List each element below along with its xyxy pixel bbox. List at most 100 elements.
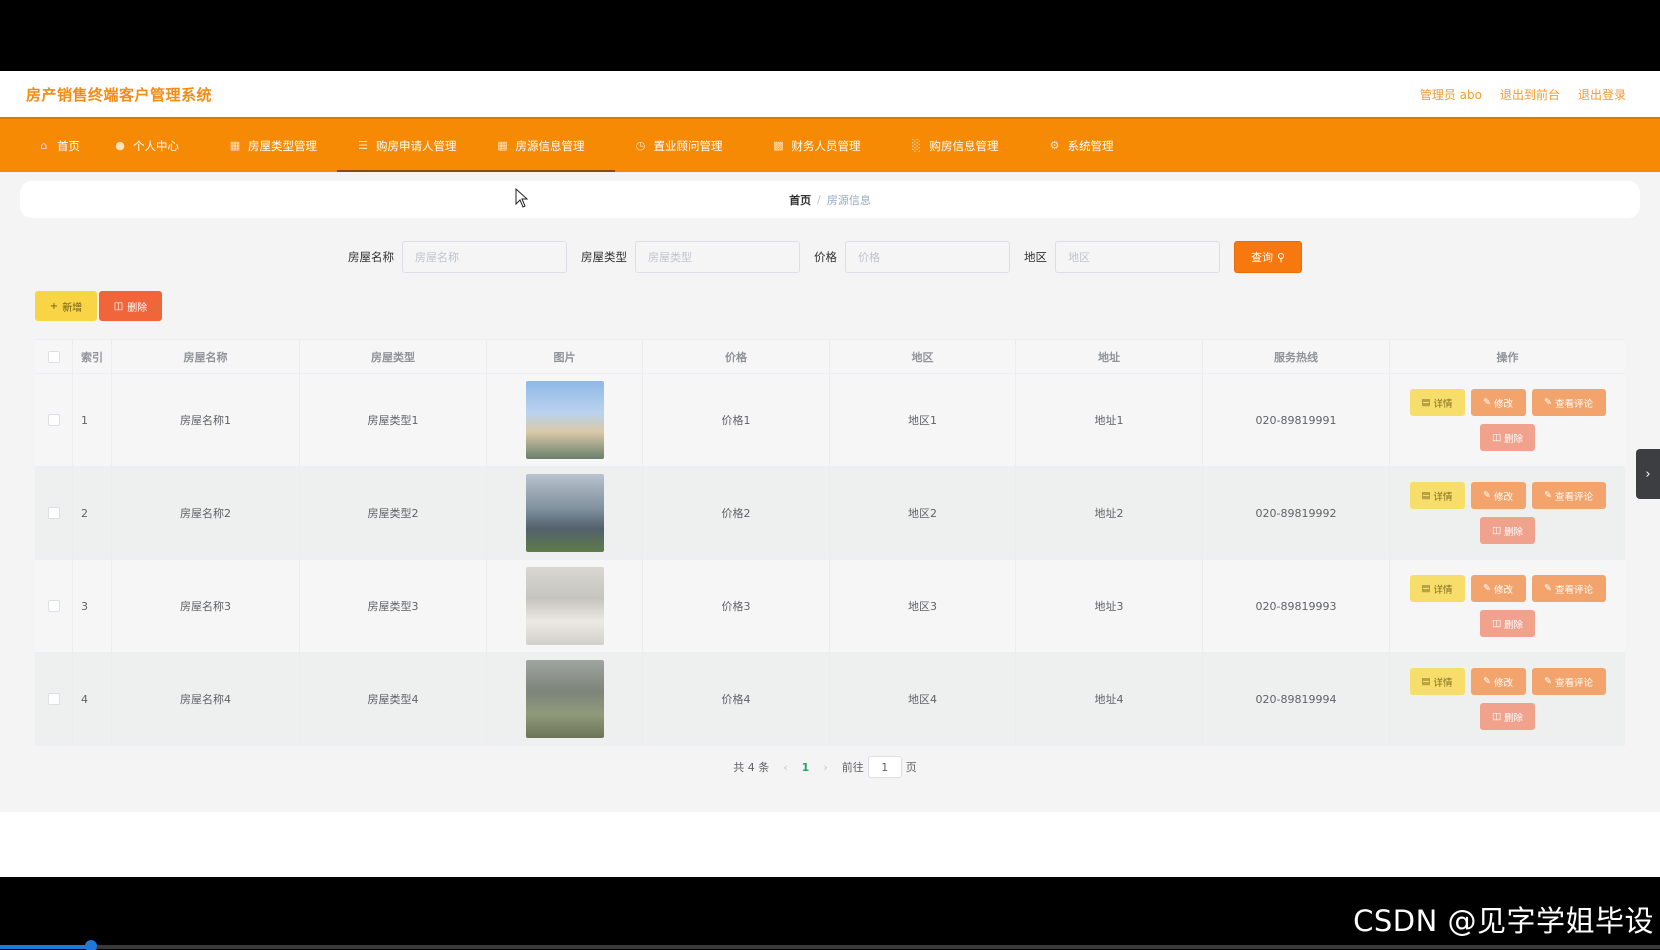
logout-link[interactable]: 退出登录 [1578, 86, 1626, 103]
nav-item-system[interactable]: ⚙ 系统管理 [1019, 119, 1134, 172]
page-number[interactable]: 1 [802, 761, 810, 774]
row-type: 房屋类型2 [300, 467, 487, 559]
house-thumbnail[interactable] [525, 567, 604, 645]
bulk-delete-label: 删除 [127, 302, 148, 314]
settings-icon: ⚙ [1049, 139, 1060, 152]
add-button[interactable]: + 新增 [35, 291, 97, 321]
view-reviews-button[interactable]: ✎ 查看评论 [1531, 482, 1606, 509]
row-phone: 020-89819991 [1203, 374, 1390, 466]
delete-label: 删除 [1503, 433, 1523, 445]
row-checkbox[interactable] [47, 414, 60, 426]
trash-icon: ◫ [1492, 711, 1501, 722]
row-area: 地区3 [830, 560, 1016, 652]
name-search-input[interactable] [402, 241, 567, 273]
view-reviews-button[interactable]: ✎ 查看评论 [1531, 575, 1606, 602]
nav-item-purchase[interactable]: ░ 购房信息管理 [881, 119, 1019, 172]
bulk-delete-button[interactable]: ◫ 删除 [99, 291, 162, 321]
row-index: 4 [73, 653, 112, 745]
breadcrumb-current: 房源信息 [826, 193, 871, 207]
row-checkbox[interactable] [47, 600, 60, 612]
delete-label: 删除 [1503, 712, 1523, 724]
type-search-input[interactable] [635, 241, 800, 273]
building-icon: ▦ [229, 139, 241, 152]
nav-item-consultant[interactable]: ◷ 置业顾问管理 [615, 119, 743, 172]
select-all-checkbox[interactable] [47, 350, 60, 363]
row-type: 房屋类型1 [300, 374, 487, 466]
delete-button[interactable]: ◫ 删除 [1480, 517, 1535, 544]
pagination: 共 4 条 ‹ 1 › 前往 页 [0, 756, 1650, 778]
row-price: 价格4 [643, 653, 830, 745]
detail-button[interactable]: ▤ 详情 [1409, 389, 1465, 416]
nav-label: 购房信息管理 [929, 138, 999, 153]
back-to-frontend-link[interactable]: 退出到前台 [1500, 86, 1560, 103]
nav-item-profile[interactable]: ● 个人中心 [100, 119, 199, 172]
table-row: 4 房屋名称4 房屋类型4 价格4 地区4 地址4 020-89819994 ▤… [35, 653, 1625, 746]
nav-label: 首页 [57, 138, 80, 153]
row-type: 房屋类型4 [300, 653, 487, 745]
edit-label: 修改 [1493, 491, 1513, 503]
row-actions: ▤ 详情 ✎ 修改 ✎ 查看评论 ◫ 删除 [1390, 374, 1625, 466]
row-name: 房屋名称4 [112, 653, 300, 745]
main-nav: ⌂ 首页 ● 个人中心 ▦ 房屋类型管理 ☰ 购房申请人管理 ▦ 房源信息管理 … [0, 117, 1660, 172]
nav-item-home[interactable]: ⌂ 首页 [18, 119, 100, 172]
admin-user-link[interactable]: 管理员 abo [1420, 86, 1482, 103]
pencil-icon: ✎ [1483, 397, 1491, 408]
house-thumbnail[interactable] [525, 474, 604, 552]
house-thumbnail[interactable] [525, 660, 604, 738]
delete-button[interactable]: ◫ 删除 [1480, 610, 1535, 637]
row-index: 2 [73, 467, 112, 559]
row-name: 房屋名称1 [112, 374, 300, 466]
delete-button[interactable]: ◫ 删除 [1480, 424, 1535, 451]
video-progress-track[interactable] [0, 945, 1660, 949]
area-search-input[interactable] [1055, 241, 1220, 273]
nav-label: 房源信息管理 [515, 138, 585, 153]
price-search-input[interactable] [845, 241, 1010, 273]
trash-icon: ◫ [1492, 432, 1501, 443]
side-panel-toggle[interactable]: › [1636, 449, 1660, 499]
row-phone: 020-89819992 [1203, 467, 1390, 559]
pagination-total: 共 4 条 [733, 761, 770, 774]
query-button[interactable]: 查询 ⚲ [1234, 241, 1302, 273]
row-image-cell [487, 560, 643, 652]
row-index: 1 [73, 374, 112, 466]
view-reviews-button[interactable]: ✎ 查看评论 [1531, 668, 1606, 695]
detail-button[interactable]: ▤ 详情 [1409, 575, 1465, 602]
pencil-icon: ✎ [1544, 676, 1552, 687]
edit-button[interactable]: ✎ 修改 [1470, 575, 1526, 602]
edit-label: 修改 [1493, 584, 1513, 596]
pencil-icon: ✎ [1544, 583, 1552, 594]
nav-item-listing[interactable]: ▦ 房源信息管理 [476, 119, 615, 172]
row-phone: 020-89819994 [1203, 653, 1390, 745]
nav-item-finance[interactable]: ▩ 财务人员管理 [743, 119, 881, 172]
edit-label: 修改 [1493, 398, 1513, 410]
breadcrumb-home[interactable]: 首页 [789, 192, 811, 208]
prev-page-icon[interactable]: ‹ [783, 761, 787, 774]
nav-item-house-type[interactable]: ▦ 房屋类型管理 [199, 119, 337, 172]
row-checkbox[interactable] [47, 507, 60, 519]
nav-label: 房屋类型管理 [248, 138, 317, 153]
edit-button[interactable]: ✎ 修改 [1470, 389, 1526, 416]
video-progress-fill [0, 945, 90, 949]
video-progress-handle[interactable] [85, 940, 97, 950]
row-image-cell [487, 653, 643, 745]
top-bar: 房产销售终端客户管理系统 管理员 abo 退出到前台 退出登录 [0, 71, 1660, 117]
clock-icon: ◷ [635, 139, 646, 152]
chart-icon: ░ [912, 139, 921, 152]
detail-button[interactable]: ▤ 详情 [1409, 482, 1465, 509]
header-index: 索引 [73, 340, 112, 373]
row-checkbox[interactable] [47, 693, 60, 705]
next-page-icon[interactable]: › [823, 761, 827, 774]
house-thumbnail[interactable] [525, 381, 604, 459]
content-area: 首页 / 房源信息 房屋名称 房屋类型 价格 地区 查询 ⚲ [0, 172, 1660, 877]
row-index: 3 [73, 560, 112, 652]
nav-item-applicant[interactable]: ☰ 购房申请人管理 [337, 119, 477, 172]
view-reviews-button[interactable]: ✎ 查看评论 [1531, 389, 1606, 416]
edit-button[interactable]: ✎ 修改 [1470, 668, 1526, 695]
page-jump-input[interactable] [867, 756, 902, 778]
detail-label: 详情 [1433, 677, 1453, 689]
edit-button[interactable]: ✎ 修改 [1470, 482, 1526, 509]
delete-button[interactable]: ◫ 删除 [1480, 703, 1535, 730]
review-label: 查看评论 [1554, 677, 1593, 689]
row-actions: ▤ 详情 ✎ 修改 ✎ 查看评论 ◫ 删除 [1390, 467, 1625, 559]
detail-button[interactable]: ▤ 详情 [1409, 668, 1465, 695]
